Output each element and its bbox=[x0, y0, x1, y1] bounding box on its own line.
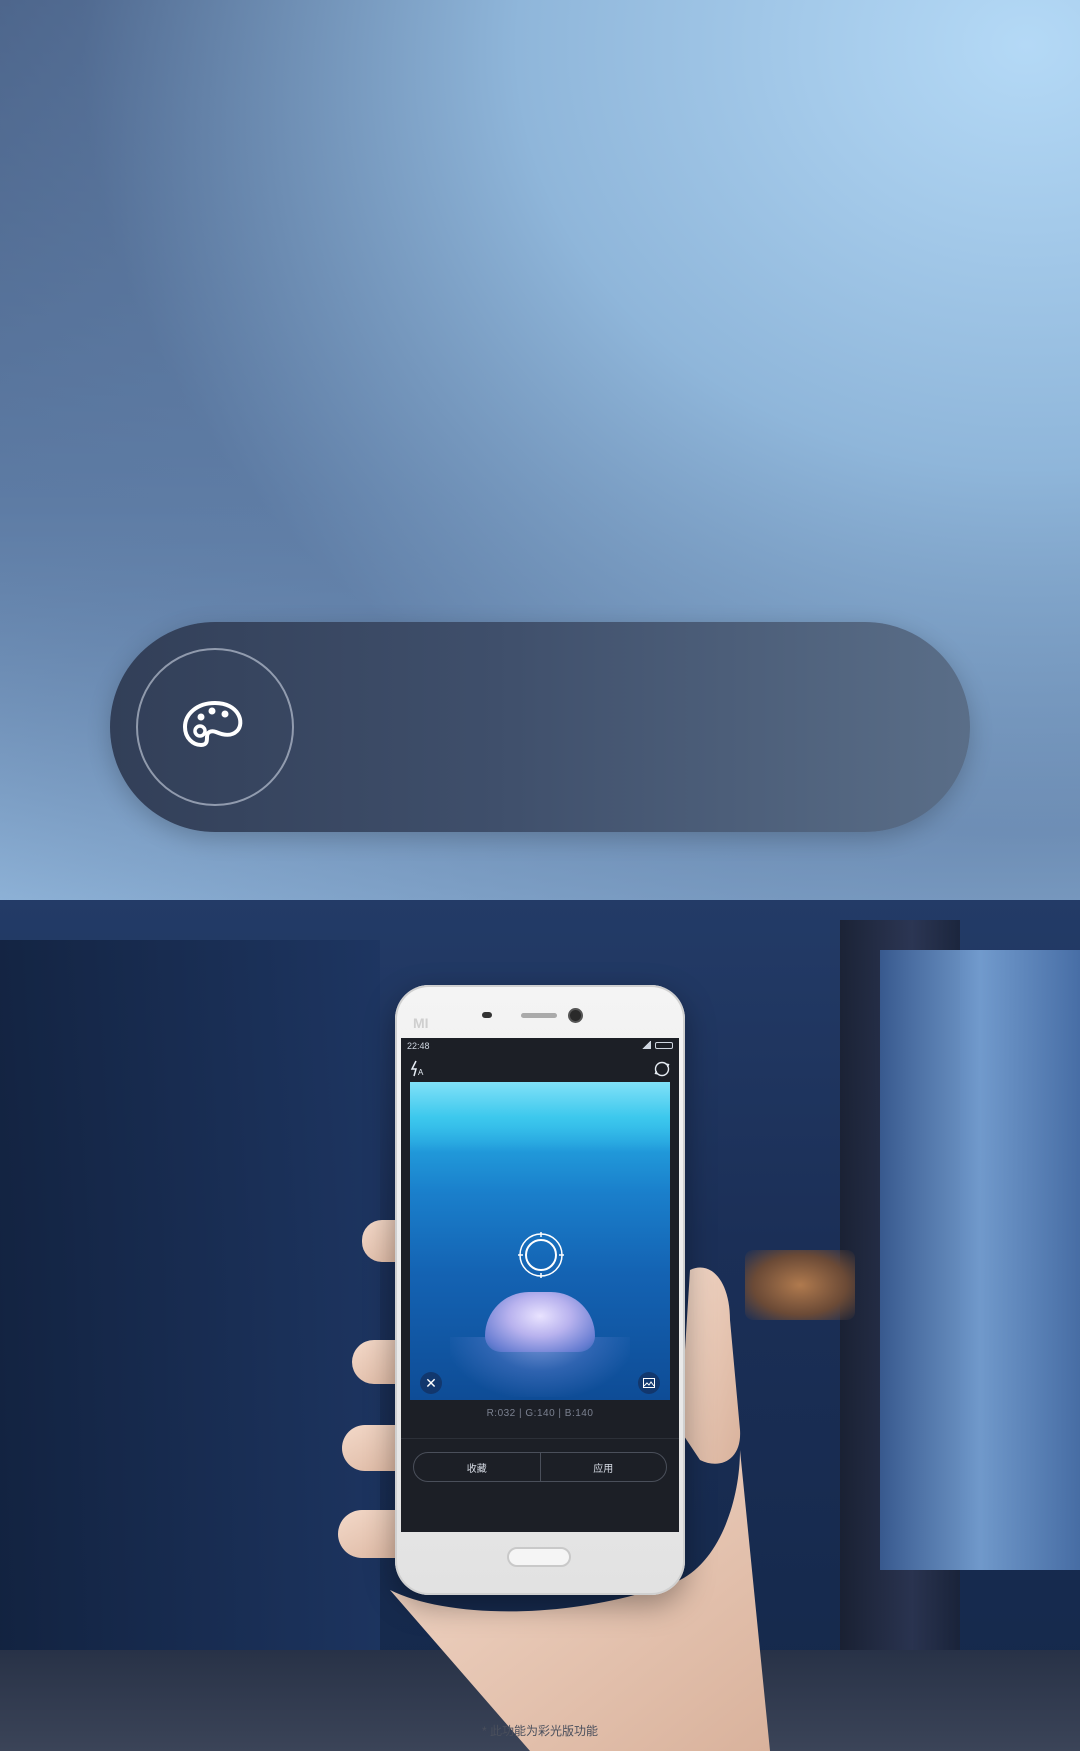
earpiece bbox=[521, 1013, 557, 1018]
water-surface bbox=[410, 1082, 670, 1152]
palette-icon bbox=[183, 701, 243, 747]
palette-badge bbox=[136, 648, 294, 806]
apply-button[interactable]: 应用 bbox=[541, 1453, 667, 1481]
signal-icon bbox=[641, 1041, 651, 1049]
home-button[interactable] bbox=[507, 1547, 571, 1567]
rgb-readout: R:032 | G:140 | B:140 bbox=[486, 1408, 594, 1419]
status-bar: 22:48 bbox=[401, 1038, 679, 1054]
collect-button[interactable]: 收藏 bbox=[414, 1453, 540, 1481]
front-camera bbox=[570, 1010, 581, 1021]
jellyfish bbox=[485, 1292, 595, 1352]
action-bar: 收藏 应用 bbox=[413, 1452, 667, 1482]
feature-pill bbox=[110, 622, 970, 832]
sensor bbox=[482, 1012, 492, 1018]
divider bbox=[401, 1438, 679, 1439]
footnote: * 此功能为彩光版功能 bbox=[481, 1724, 598, 1738]
room-window bbox=[880, 950, 1080, 1570]
room-wall bbox=[0, 940, 380, 1751]
smartphone: MI 22:48 A ✕ R:032 | G:140 | B:140 收藏 应用 bbox=[395, 985, 685, 1595]
brand-mark: MI bbox=[413, 1015, 429, 1031]
color-picker-target-icon[interactable] bbox=[518, 1232, 564, 1278]
gallery-icon[interactable] bbox=[638, 1372, 660, 1394]
svg-text:A: A bbox=[418, 1068, 424, 1077]
status-time: 22:48 bbox=[407, 1041, 430, 1051]
camera-viewfinder[interactable]: ✕ bbox=[410, 1082, 670, 1400]
battery-icon bbox=[655, 1042, 673, 1049]
flash-auto-icon[interactable]: A bbox=[409, 1060, 427, 1078]
phone-screen: 22:48 A ✕ R:032 | G:140 | B:140 收藏 应用 bbox=[401, 1038, 679, 1532]
close-icon[interactable]: ✕ bbox=[420, 1372, 442, 1394]
switch-camera-icon[interactable] bbox=[653, 1060, 671, 1078]
